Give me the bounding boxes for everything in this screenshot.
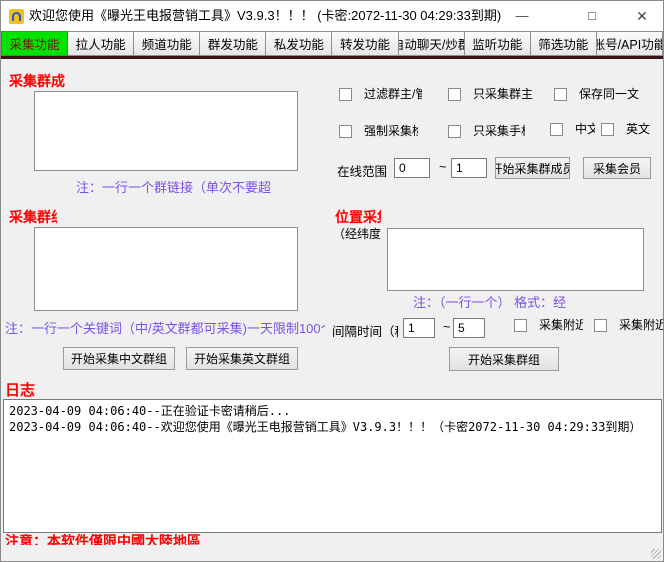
start-collect-en-groups-button[interactable]: 开始采集英文群组 xyxy=(186,347,298,370)
log-heading: 日志 xyxy=(5,379,45,400)
close-icon[interactable]: ✕ xyxy=(619,1,664,31)
maximize-icon[interactable]: □ xyxy=(569,1,615,31)
english-checkbox[interactable] xyxy=(601,123,614,136)
nearby1-label: 采集附近 xyxy=(539,318,583,333)
title-bar: 欢迎您使用《曝光王电报营销工具》V3.9.3！！！ (卡密:2072-11-30… xyxy=(1,1,663,31)
save-same-file-label: 保存同一文 xyxy=(579,87,641,102)
only-owner-checkbox[interactable] xyxy=(448,88,461,101)
collect-groups-heading: 采集群组 xyxy=(9,207,57,227)
tab-monitor[interactable]: 监听功能 xyxy=(465,31,531,56)
collect-members-heading: 采集群成 xyxy=(9,71,67,91)
nearby2-label: 采集附近 xyxy=(619,318,663,333)
tab-channel[interactable]: 频道功能 xyxy=(134,31,200,56)
interval-max-input[interactable] xyxy=(453,318,485,338)
interval-separator: ~ xyxy=(443,320,453,334)
tab-mass-send[interactable]: 群发功能 xyxy=(200,31,266,56)
online-min-input[interactable] xyxy=(394,158,430,178)
interval-min-input[interactable] xyxy=(403,318,435,338)
coordinates-textarea[interactable] xyxy=(387,228,644,291)
filter-admin-checkbox[interactable] xyxy=(339,88,352,101)
nearby1-checkbox[interactable] xyxy=(514,319,527,332)
log-output[interactable]: 2023-04-09 04:06:40--正在验证卡密请稍后... 2023-0… xyxy=(3,399,662,533)
save-same-file-checkbox[interactable] xyxy=(554,88,567,101)
resize-grip[interactable] xyxy=(651,549,661,559)
tab-forward[interactable]: 转发功能 xyxy=(332,31,398,56)
footer-warning: 注意：本软件僅限中國大陸地區 xyxy=(5,534,425,545)
app-icon xyxy=(9,9,24,24)
start-collect-cn-groups-button[interactable]: 开始采集中文群组 xyxy=(63,347,175,370)
minimize-icon[interactable]: — xyxy=(499,1,545,31)
coordinates-label: （经纬度 xyxy=(333,225,386,242)
tab-private-send[interactable]: 私发功能 xyxy=(266,31,332,56)
force-collect-label: 强制采集检 xyxy=(364,124,418,139)
app-window: 欢迎您使用《曝光王电报营销工具》V3.9.3！！！ (卡密:2072-11-30… xyxy=(0,0,664,562)
online-range-label: 在线范围（ xyxy=(337,161,399,180)
keywords-textarea[interactable] xyxy=(34,227,298,311)
english-label: 英文 xyxy=(626,122,654,137)
nearby2-checkbox[interactable] xyxy=(594,319,607,332)
only-phone-label: 只采集手机 xyxy=(473,124,525,139)
tab-invite[interactable]: 拉人功能 xyxy=(68,31,134,56)
group-links-note: 注：一行一个群链接（单次不要超 xyxy=(76,177,298,196)
chinese-checkbox[interactable] xyxy=(550,123,563,136)
force-collect-checkbox[interactable] xyxy=(339,125,352,138)
tab-bar: 采集功能 拉人功能 频道功能 群发功能 私发功能 转发功能 自动聊天/炒群 监听… xyxy=(1,31,663,59)
range-separator: ~ xyxy=(439,160,449,174)
tab-collect[interactable]: 采集功能 xyxy=(1,31,68,56)
online-max-input[interactable] xyxy=(451,158,487,178)
tab-filter[interactable]: 筛选功能 xyxy=(531,31,597,56)
tab-auto-chat[interactable]: 自动聊天/炒群 xyxy=(399,31,465,56)
log-line: 2023-04-09 04:06:40--欢迎您使用《曝光王电报营销工具》V3.… xyxy=(9,419,656,435)
collect-vip-button[interactable]: 采集会员 xyxy=(583,157,651,179)
window-title: 欢迎您使用《曝光王电报营销工具》V3.9.3！！！ (卡密:2072-11-30… xyxy=(29,1,501,31)
interval-label: 间隔时间（秒 xyxy=(332,321,398,340)
start-collect-location-groups-button[interactable]: 开始采集群组 xyxy=(449,347,559,371)
only-phone-checkbox[interactable] xyxy=(448,125,461,138)
chinese-label: 中文 xyxy=(575,122,595,137)
log-line: 2023-04-09 04:06:40--正在验证卡密请稍后... xyxy=(9,403,656,419)
start-collect-members-button[interactable]: 开始采集群成员 xyxy=(495,157,570,179)
group-links-textarea[interactable] xyxy=(34,91,298,171)
tab-account-api[interactable]: 账号/API功能 xyxy=(597,31,663,56)
location-collect-heading: 位置采集 xyxy=(335,207,381,227)
only-owner-label: 只采集群主 xyxy=(473,87,537,102)
filter-admin-label: 过滤群主/管 xyxy=(364,87,422,102)
keywords-note: 注：一行一个关键词（中/英文群都可采集)一天限制100个 xyxy=(5,318,325,337)
coordinates-note: 注：（一行一个） 格式：经 xyxy=(413,292,583,311)
